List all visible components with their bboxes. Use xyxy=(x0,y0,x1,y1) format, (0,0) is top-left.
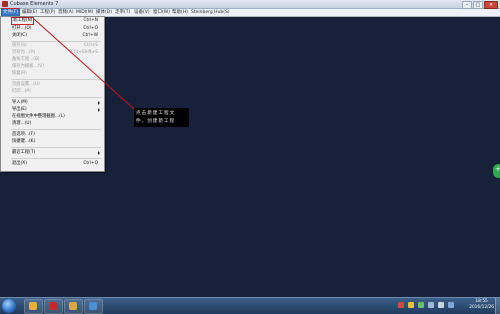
annotation-line-2: 件，创建新工程 xyxy=(136,119,176,124)
window-icon xyxy=(89,302,97,310)
tray-icon[interactable] xyxy=(448,302,454,308)
taskbar: 18:55 2016/12/26 xyxy=(0,297,500,314)
clock[interactable]: 18:55 2016/12/26 xyxy=(469,299,494,311)
folder-icon xyxy=(29,302,37,310)
volume-icon[interactable] xyxy=(438,302,444,308)
tray-icon[interactable] xyxy=(398,302,404,308)
taskbar-app-3[interactable] xyxy=(64,299,83,314)
annotation-callout: 点击新建工程文 件，创建新工程 xyxy=(134,108,189,127)
explorer-icon xyxy=(69,302,77,310)
taskbar-app-1[interactable] xyxy=(24,299,43,314)
show-desktop-button[interactable] xyxy=(495,298,500,314)
cubase-icon xyxy=(49,302,57,310)
annotation-arrow xyxy=(33,18,135,110)
floating-plus-button[interactable] xyxy=(493,164,500,178)
network-icon[interactable] xyxy=(428,302,434,308)
taskbar-app-4[interactable] xyxy=(84,299,103,314)
start-button[interactable] xyxy=(2,299,16,313)
taskbar-app-2[interactable] xyxy=(44,299,63,314)
system-tray: 18:55 2016/12/26 xyxy=(390,298,500,314)
tray-icon[interactable] xyxy=(418,302,424,308)
tray-icon[interactable] xyxy=(408,302,414,308)
clock-date: 2016/12/26 xyxy=(469,305,494,310)
annotation-line-1: 点击新建工程文 xyxy=(136,111,176,116)
